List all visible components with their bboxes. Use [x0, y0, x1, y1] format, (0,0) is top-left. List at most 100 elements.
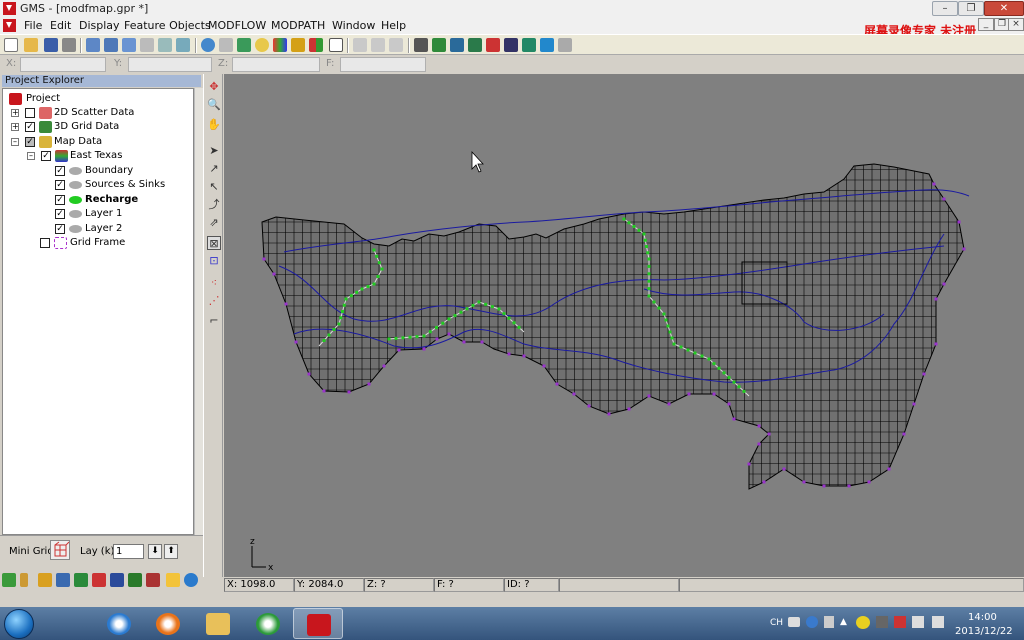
visibility-checkbox[interactable]: ✓: [55, 209, 65, 219]
collapse-icon[interactable]: –: [11, 138, 19, 146]
zoom-tool-icon[interactable]: 🔍: [207, 98, 221, 112]
pan-tool-icon[interactable]: ✋: [207, 118, 221, 132]
tree-scrollbar[interactable]: [194, 88, 203, 535]
visibility-checkbox[interactable]: ✓: [55, 180, 65, 190]
visibility-checkbox[interactable]: ✓: [55, 166, 65, 176]
clock-date[interactable]: 2013/12/22: [955, 626, 1013, 637]
pen-tool-icon[interactable]: [558, 38, 572, 52]
close-button[interactable]: ✕: [984, 1, 1024, 16]
expand-icon[interactable]: +: [11, 123, 19, 131]
tree-node-project[interactable]: Project: [7, 92, 187, 106]
f-coord-input[interactable]: [340, 57, 426, 72]
keyboard-icon[interactable]: [788, 617, 800, 627]
gms-app-icon[interactable]: [3, 2, 16, 15]
input-language[interactable]: CH: [770, 618, 783, 628]
frame-icon[interactable]: [353, 38, 367, 52]
create-arc-icon[interactable]: ⌐: [207, 314, 221, 328]
3d-scatter-module-icon[interactable]: [110, 573, 124, 587]
visibility-checkbox[interactable]: ✓: [55, 224, 65, 234]
solid-module-icon[interactable]: [38, 573, 52, 587]
contour-options-icon[interactable]: [291, 38, 305, 52]
volume-icon[interactable]: [932, 616, 944, 628]
tree-node-grid-frame[interactable]: Grid Frame: [40, 236, 190, 250]
visibility-checkbox[interactable]: ✓: [41, 151, 51, 161]
select-arc-group-icon[interactable]: ⤴: [207, 198, 221, 212]
graphics-window[interactable]: z x: [224, 74, 1024, 577]
tree-node-sources-sinks[interactable]: ✓ Sources & Sinks: [55, 178, 195, 192]
z-coord-input[interactable]: [232, 57, 320, 72]
mesh-module-icon[interactable]: [2, 573, 16, 587]
visibility-checkbox[interactable]: [40, 238, 50, 248]
printer-tray-icon[interactable]: [876, 616, 888, 628]
visibility-checkbox[interactable]: ✓: [55, 195, 65, 205]
rotate-tool-icon[interactable]: ✥: [207, 80, 221, 94]
new-file-icon[interactable]: [4, 38, 18, 52]
x-coord-input[interactable]: [20, 57, 106, 72]
visibility-checkbox[interactable]: ✓: [25, 122, 35, 132]
minimize-button[interactable]: –: [932, 1, 958, 16]
tin-module-icon[interactable]: [146, 573, 160, 587]
modflow-icon[interactable]: [414, 38, 428, 52]
borehole-module-icon[interactable]: [20, 573, 28, 587]
feflow-icon[interactable]: [486, 38, 500, 52]
clock-time[interactable]: 14:00: [968, 612, 997, 623]
layer-k-input[interactable]: 1: [113, 544, 144, 559]
color-ramp-icon[interactable]: [273, 38, 287, 52]
menu-feature-objects[interactable]: Feature Objects: [122, 18, 213, 33]
expand-icon[interactable]: +: [11, 109, 19, 117]
open-folder-icon[interactable]: [24, 38, 38, 52]
start-button[interactable]: [4, 609, 34, 639]
tree-node-map-data[interactable]: – ✓ Map Data: [11, 135, 191, 149]
layout-icon[interactable]: [329, 38, 343, 52]
view-front-icon[interactable]: [86, 38, 100, 52]
3d-grid-module-icon[interactable]: [128, 573, 142, 587]
2d-grid-module-icon[interactable]: [74, 573, 88, 587]
tree-node-3d-grid[interactable]: + ✓ 3D Grid Data: [11, 120, 191, 134]
tree-node-layer-2[interactable]: ✓ Layer 2: [55, 222, 195, 236]
refresh-icon[interactable]: [237, 38, 251, 52]
mini-grid-button[interactable]: [50, 540, 70, 560]
layer-up-button[interactable]: ⬆: [164, 544, 178, 559]
taskbar-explorer[interactable]: [193, 608, 243, 639]
select-arc-icon[interactable]: ↖: [207, 180, 221, 194]
select-tool-icon[interactable]: ➤: [207, 144, 221, 158]
lighting-icon[interactable]: [255, 38, 269, 52]
view-side-icon[interactable]: [104, 38, 118, 52]
menu-help[interactable]: Help: [379, 18, 408, 33]
tree-node-2d-scatter[interactable]: + 2D Scatter Data: [11, 106, 191, 120]
settings-tray-icon[interactable]: [824, 616, 834, 628]
taskbar-gms[interactable]: [293, 608, 343, 639]
project-tree[interactable]: Project + 2D Scatter Data + ✓ 3D Grid Da…: [2, 88, 194, 535]
menu-modflow[interactable]: MODFLOW: [206, 18, 268, 33]
document-icon[interactable]: [3, 19, 16, 32]
grid-display-icon[interactable]: [309, 38, 323, 52]
mdi-close-button[interactable]: ×: [1008, 18, 1024, 31]
menu-modpath[interactable]: MODPATH: [269, 18, 327, 33]
run-model-icon[interactable]: [468, 38, 482, 52]
select-polygon-icon[interactable]: ⇗: [207, 216, 221, 230]
seep-icon[interactable]: [504, 38, 518, 52]
tree-node-boundary[interactable]: ✓ Boundary: [55, 164, 195, 178]
show-hidden-icons-icon[interactable]: ▲: [840, 617, 847, 627]
map-canvas[interactable]: z x: [224, 74, 1024, 577]
select-frame-icon[interactable]: ⊡: [207, 254, 221, 268]
scatter-module-icon[interactable]: [92, 573, 106, 587]
menu-display[interactable]: Display: [77, 18, 122, 33]
print-icon[interactable]: [62, 38, 76, 52]
tree-node-recharge[interactable]: ✓ Recharge: [55, 193, 195, 207]
zoom-icon[interactable]: [176, 38, 190, 52]
collapse-icon[interactable]: –: [27, 152, 35, 160]
taskbar-ie[interactable]: [94, 608, 144, 639]
map-module-icon[interactable]: [166, 573, 180, 587]
menu-file[interactable]: File: [22, 18, 44, 33]
rotate-view-icon[interactable]: [158, 38, 172, 52]
select-cell-icon[interactable]: ⊠: [207, 236, 221, 250]
tree-node-layer-1[interactable]: ✓ Layer 1: [55, 207, 195, 221]
y-coord-input[interactable]: [128, 57, 212, 72]
qq-tray-icon[interactable]: [856, 616, 870, 629]
femwater-icon[interactable]: [522, 38, 536, 52]
create-point-icon[interactable]: ⁖: [207, 276, 221, 290]
antivirus-tray-icon[interactable]: [894, 616, 906, 628]
display-options-icon[interactable]: [219, 38, 233, 52]
select-vertex-icon[interactable]: ↗: [207, 162, 221, 176]
